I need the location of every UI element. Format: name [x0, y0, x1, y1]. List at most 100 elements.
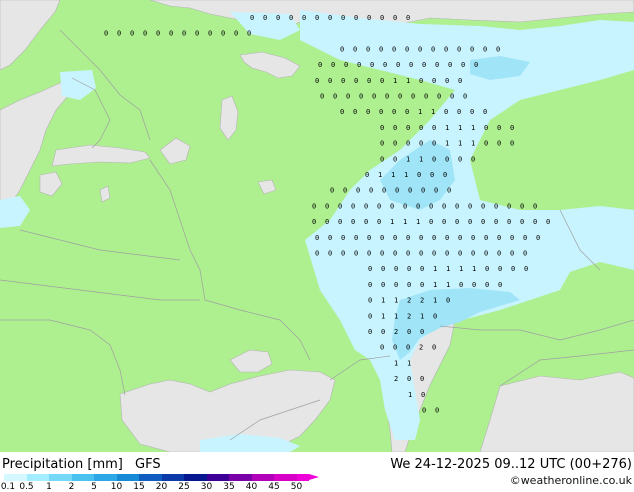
- gridpoint-value: 0: [156, 30, 160, 38]
- gridpoint-value: 0: [130, 30, 134, 38]
- credit[interactable]: ©weatheronline.co.uk: [510, 474, 632, 487]
- gridpoint-value: 0: [368, 281, 372, 289]
- gridpoint-value: 0: [395, 187, 399, 195]
- gridpoint-value: 0: [341, 77, 345, 85]
- gridpoint-value: 0: [435, 61, 439, 69]
- gridpoint-value: 0: [406, 124, 410, 132]
- legend-title-text: Precipitation [mm]: [2, 457, 123, 472]
- gridpoint-value: 0: [443, 171, 447, 179]
- gridpoint-value: 0: [405, 108, 409, 116]
- gridpoint-value: 0: [430, 171, 434, 179]
- scale-swatch: [229, 474, 252, 481]
- gridpoint-value: 0: [104, 30, 108, 38]
- gridpoint-value: 0: [458, 250, 462, 258]
- gridpoint-value: 0: [393, 250, 397, 258]
- gridpoint-value: 0: [380, 234, 384, 242]
- gridpoint-value: 0: [368, 328, 372, 336]
- gridpoint-value: 1: [419, 155, 423, 163]
- gridpoint-value: 0: [289, 14, 293, 22]
- gridpoint-value: 0: [419, 140, 423, 148]
- gridpoint-value: 0: [380, 14, 384, 22]
- gridpoint-value: 0: [333, 93, 337, 101]
- gridpoint-value: 0: [381, 281, 385, 289]
- gridpoint-value: 1: [433, 297, 437, 305]
- gridpoint-value: 0: [169, 30, 173, 38]
- gridpoint-value: 0: [485, 265, 489, 273]
- gridpoint-value: 2: [407, 297, 411, 305]
- gridpoint-value: 0: [419, 250, 423, 258]
- gridpoint-value: 0: [435, 407, 439, 415]
- gridpoint-value: 1: [394, 297, 398, 305]
- gridpoint-value: 0: [484, 124, 488, 132]
- gridpoint-value: 0: [419, 234, 423, 242]
- scale-tick-label: 10: [110, 482, 123, 492]
- gridpoint-value: 0: [368, 312, 372, 320]
- gridpoint-value: 0: [422, 407, 426, 415]
- gridpoint-value: 0: [359, 93, 363, 101]
- gridpoint-value: 0: [393, 155, 397, 163]
- scale-arrow: [308, 474, 319, 480]
- gridpoint-value: 0: [510, 250, 514, 258]
- gridpoint-value: 0: [497, 140, 501, 148]
- gridpoint-value: 0: [474, 61, 478, 69]
- scale-tick-label: 0.5: [19, 482, 34, 492]
- gridpoint-value: 1: [408, 391, 412, 399]
- gridpoint-value: 0: [455, 218, 459, 226]
- gridpoint-value: 0: [455, 202, 459, 210]
- gridpoint-value: 0: [356, 187, 360, 195]
- gridpoint-value: 0: [381, 265, 385, 273]
- gridpoint-value: 1: [472, 265, 476, 273]
- gridpoint-value: 0: [429, 218, 433, 226]
- gridpoint-value: 0: [315, 14, 319, 22]
- gridpoint-value: 0: [328, 77, 332, 85]
- gridpoint-value: 0: [498, 265, 502, 273]
- gridpoint-value: 1: [431, 108, 435, 116]
- gridpoint-value: 0: [409, 61, 413, 69]
- gridpoint-value: 0: [370, 61, 374, 69]
- gridpoint-value: 0: [367, 14, 371, 22]
- gridpoint-value: 0: [221, 30, 225, 38]
- gridpoint-value: 0: [143, 30, 147, 38]
- gridpoint-value: 0: [393, 14, 397, 22]
- gridpoint-value: 0: [343, 187, 347, 195]
- gridpoint-value: 0: [510, 234, 514, 242]
- scale-swatch: [206, 474, 229, 481]
- gridpoint-value: 0: [330, 187, 334, 195]
- gridpoint-value: 1: [458, 140, 462, 148]
- copyright-icon: ©: [509, 474, 521, 487]
- gridpoint-value: 0: [364, 218, 368, 226]
- gridpoint-value: 0: [392, 45, 396, 53]
- gridpoint-value: 0: [234, 30, 238, 38]
- gridpoint-value: 1: [404, 171, 408, 179]
- scale-swatch: [71, 474, 94, 481]
- gridpoint-value: 0: [328, 250, 332, 258]
- gridpoint-value: 0: [421, 187, 425, 195]
- gridpoint-value: 0: [276, 14, 280, 22]
- gridpoint-value: 1: [393, 77, 397, 85]
- gridpoint-value: 0: [208, 30, 212, 38]
- gridpoint-value: 1: [391, 171, 395, 179]
- model-name: GFS: [135, 457, 161, 472]
- gridpoint-value: 0: [394, 265, 398, 273]
- gridpoint-value: 0: [396, 61, 400, 69]
- gridpoint-value: 0: [353, 45, 357, 53]
- gridpoint-value: 0: [338, 218, 342, 226]
- gridpoint-value: 0: [422, 61, 426, 69]
- gridpoint-value: 0: [338, 202, 342, 210]
- gridpoint-value: 0: [380, 344, 384, 352]
- gridpoint-value: 1: [446, 281, 450, 289]
- gridpoint-value: 0: [380, 155, 384, 163]
- gridpoint-value: 1: [403, 218, 407, 226]
- gridpoint-value: 0: [434, 187, 438, 195]
- scale-tick-label: 40: [245, 482, 258, 492]
- gridpoint-value: 0: [458, 155, 462, 163]
- gridpoint-value: 0: [405, 45, 409, 53]
- gridpoint-value: 1: [471, 124, 475, 132]
- gridpoint-value: 0: [546, 218, 550, 226]
- gridpoint-value: 0: [510, 124, 514, 132]
- scale-tick-label: 5: [91, 482, 97, 492]
- gridpoint-value: 0: [524, 265, 528, 273]
- gridpoint-value: 1: [445, 140, 449, 148]
- gridpoint-value: 0: [432, 234, 436, 242]
- gridpoint-value: 0: [182, 30, 186, 38]
